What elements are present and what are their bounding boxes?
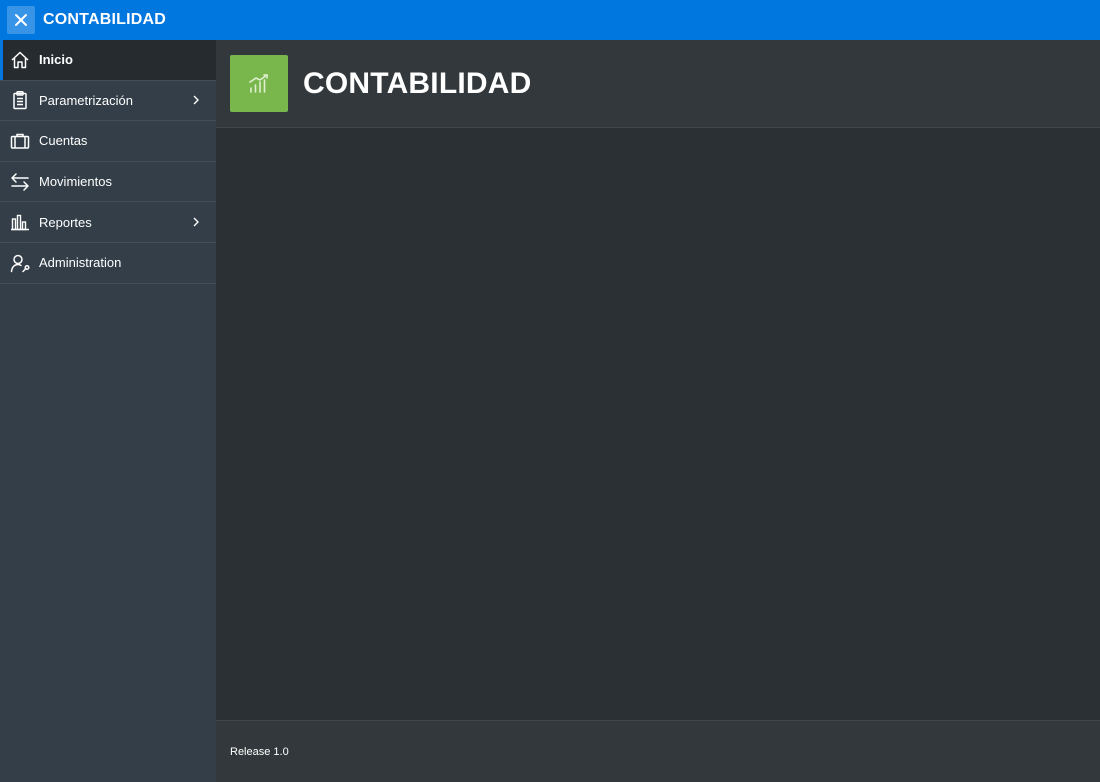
sidebar-item-inicio[interactable]: Inicio [0,40,216,81]
page-title: CONTABILIDAD [303,66,532,100]
release-version: Release 1.0 [230,745,289,758]
sidebar-item-label: Administration [39,255,122,271]
sidebar-item-cuentas[interactable]: Cuentas [0,121,216,162]
sidebar-item-label: Reportes [39,214,92,230]
sidebar-item-movimientos[interactable]: Movimientos [0,162,216,203]
sidebar-nav: Inicio Parametrización Cuentas Movimient… [0,40,216,782]
sidebar-item-label: Movimientos [39,174,112,190]
chevron-right-icon [193,95,199,105]
top-bar: CONTABILIDAD [0,0,1100,40]
sidebar-item-label: Cuentas [39,133,88,149]
growth-chart-icon [249,73,268,93]
transfer-arrows-icon [9,171,31,193]
clipboard-icon [9,89,31,111]
page-header: CONTABILIDAD [216,40,1100,128]
sidebar-item-label: Parametrización [39,92,133,108]
sidebar-item-parametrizacion[interactable]: Parametrización [0,81,216,122]
bar-chart-icon [9,211,31,233]
app-title[interactable]: CONTABILIDAD [43,11,166,29]
close-icon [15,14,27,26]
sidebar-item-reportes[interactable]: Reportes [0,202,216,243]
user-wrench-icon [9,252,31,274]
sidebar-item-administration[interactable]: Administration [0,243,216,284]
close-menu-button[interactable] [7,6,35,34]
footer: Release 1.0 [216,720,1100,782]
home-icon [9,49,31,71]
sidebar-item-label: Inicio [39,52,73,68]
briefcase-icon [9,130,31,152]
chevron-right-icon [193,217,199,227]
app-logo [230,55,288,112]
main-content [216,128,1100,720]
